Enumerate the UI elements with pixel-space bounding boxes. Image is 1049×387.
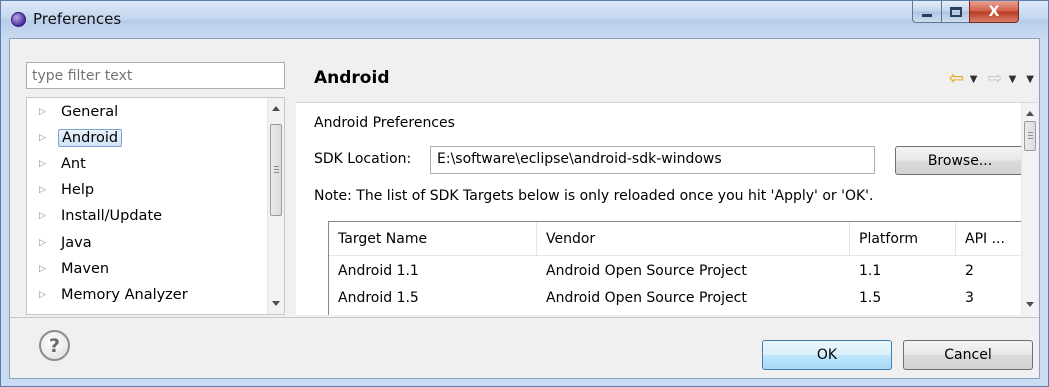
eclipse-icon	[11, 12, 26, 27]
cell-target-name: Android 1.1	[338, 262, 419, 279]
tree-item-label: Memory Analyzer	[61, 287, 188, 303]
sdk-location-label: SDK Location:	[314, 151, 412, 167]
maximize-button[interactable]	[941, 1, 970, 23]
expand-arrow-icon[interactable]: ▷	[39, 211, 51, 221]
tree-item-label: Java	[61, 235, 92, 251]
help-icon: ?	[48, 334, 61, 357]
column-header-api[interactable]: API ...	[956, 222, 1016, 256]
tree-item-label: Ant	[61, 156, 86, 172]
sdk-location-field[interactable]: E:\software\eclipse\android-sdk-windows	[430, 146, 875, 174]
table-header: Target Name Vendor Platform API ...	[329, 222, 1024, 256]
scrollbar-thumb[interactable]	[1024, 121, 1036, 151]
expand-arrow-icon[interactable]: ▷	[39, 107, 51, 117]
scroll-up-arrow-icon[interactable]	[272, 106, 280, 111]
close-icon: X	[988, 3, 1000, 20]
table-row[interactable]: Android 1.5 Android Open Source Project …	[329, 284, 1024, 311]
expand-arrow-icon[interactable]: ▷	[39, 264, 51, 274]
tree-item-label: Help	[61, 182, 95, 198]
cell-api: 3	[965, 289, 974, 306]
cell-api: 2	[965, 262, 974, 279]
column-header-vendor[interactable]: Vendor	[537, 222, 850, 256]
android-preferences-page: Android Preferences SDK Location: E:\sof…	[296, 102, 1038, 315]
page-title: Android	[314, 68, 390, 88]
column-header-target-name[interactable]: Target Name	[329, 222, 537, 256]
cancel-button[interactable]: Cancel	[903, 340, 1033, 370]
minimize-icon	[922, 14, 932, 17]
tree-item-install-update[interactable]: ▷ Install/Update	[27, 204, 261, 228]
cell-vendor: Android Open Source Project	[546, 262, 747, 279]
tree-scrollbar[interactable]	[267, 98, 284, 314]
dialog-client-area: ▷ General ▷ Android ▷ Ant ▷ Help ▷ Insta…	[9, 38, 1040, 379]
forward-dropdown-icon[interactable]: ▼	[1009, 74, 1017, 85]
ok-button[interactable]: OK	[762, 340, 892, 370]
section-title: Android Preferences	[314, 115, 455, 131]
scroll-down-arrow-icon[interactable]	[272, 301, 280, 306]
history-nav: ⇦ ▼ ⇨ ▼ ▼	[949, 70, 1038, 88]
reload-note: Note: The list of SDK Targets below is o…	[314, 188, 874, 204]
back-dropdown-icon[interactable]: ▼	[970, 74, 978, 85]
scroll-down-arrow-icon[interactable]	[1026, 302, 1034, 307]
tree-item-memory-analyzer[interactable]: ▷ Memory Analyzer	[27, 283, 261, 307]
maximize-icon	[949, 6, 962, 17]
tree-item-android[interactable]: ▷ Android	[27, 126, 261, 150]
page-header: Android ⇦ ▼ ⇨ ▼ ▼	[296, 62, 1038, 102]
expand-arrow-icon[interactable]: ▷	[39, 133, 51, 143]
tree-item-label: Android	[58, 129, 123, 147]
view-menu-icon[interactable]: ▼	[1026, 74, 1034, 85]
sdk-targets-table: Target Name Vendor Platform API ... Andr…	[328, 221, 1025, 315]
tree-item-label: General	[61, 104, 119, 120]
title-bar[interactable]: Preferences X	[1, 1, 1048, 38]
filter-input[interactable]	[26, 62, 285, 89]
tree-item-ant[interactable]: ▷ Ant	[27, 152, 261, 176]
grip-icon	[1028, 132, 1033, 139]
back-arrow-icon[interactable]: ⇦	[949, 70, 964, 88]
grip-icon	[274, 166, 279, 173]
table-row[interactable]: Android 1.1 Android Open Source Project …	[329, 257, 1024, 284]
cell-platform: 1.5	[859, 289, 882, 306]
preferences-tree: ▷ General ▷ Android ▷ Ant ▷ Help ▷ Insta…	[26, 97, 285, 315]
expand-arrow-icon[interactable]: ▷	[39, 185, 51, 195]
column-header-platform[interactable]: Platform	[850, 222, 956, 256]
tree-item-help[interactable]: ▷ Help	[27, 178, 261, 202]
footer-divider	[10, 317, 1039, 318]
expand-arrow-icon[interactable]: ▷	[39, 159, 51, 169]
expand-arrow-icon[interactable]: ▷	[39, 290, 51, 300]
scrollbar-thumb[interactable]	[270, 124, 282, 216]
help-button[interactable]: ?	[39, 330, 70, 361]
cell-vendor: Android Open Source Project	[546, 289, 747, 306]
cell-platform: 1.1	[859, 262, 882, 279]
tree-item-general[interactable]: ▷ General	[27, 100, 261, 124]
page-scrollbar[interactable]	[1021, 103, 1038, 315]
tree-item-java[interactable]: ▷ Java	[27, 231, 261, 255]
browse-button[interactable]: Browse...	[895, 146, 1025, 175]
close-button[interactable]: X	[969, 1, 1019, 23]
tree-item-label: Maven	[61, 261, 110, 277]
tree-item-label: Install/Update	[61, 208, 163, 224]
tree-item-maven[interactable]: ▷ Maven	[27, 257, 261, 281]
minimize-button[interactable]	[912, 1, 942, 23]
cell-target-name: Android 1.5	[338, 289, 419, 306]
window-title: Preferences	[33, 10, 122, 28]
expand-arrow-icon[interactable]: ▷	[39, 238, 51, 248]
forward-arrow-icon[interactable]: ⇨	[988, 70, 1003, 88]
scroll-up-arrow-icon[interactable]	[1026, 111, 1034, 116]
preferences-window: Preferences X ▷ General ▷ Android ▷ Ant	[0, 0, 1049, 387]
